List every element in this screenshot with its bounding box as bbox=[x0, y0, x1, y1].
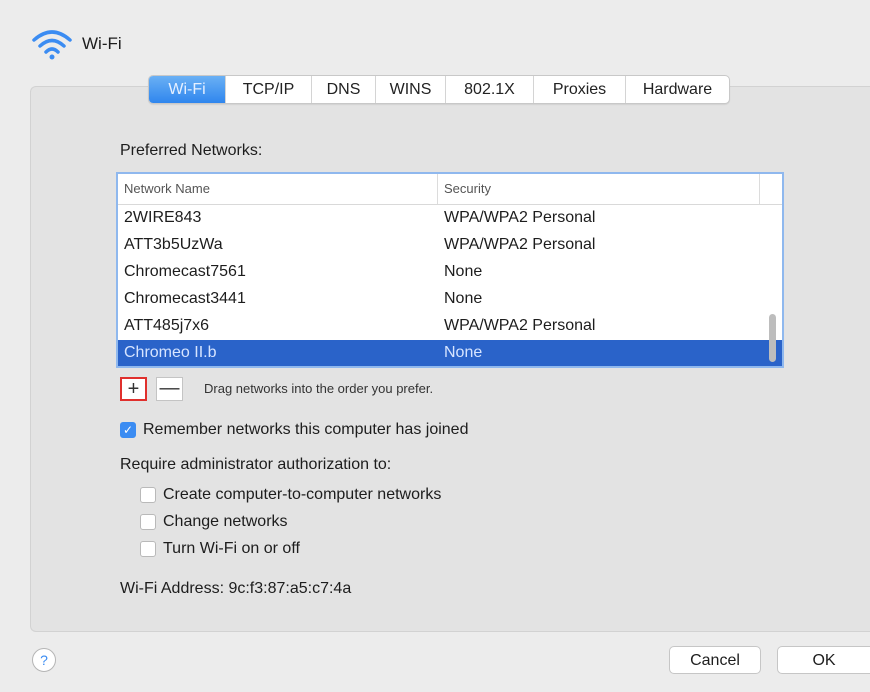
require-admin-label: Require administrator authorization to: bbox=[120, 456, 392, 473]
turn-wifi-label: Turn Wi-Fi on or off bbox=[163, 540, 300, 557]
table-row[interactable]: ATT485j7x6 WPA/WPA2 Personal bbox=[118, 313, 782, 340]
network-security: WPA/WPA2 Personal bbox=[444, 236, 596, 253]
tab-tcpip[interactable]: TCP/IP bbox=[225, 76, 311, 103]
table-row[interactable]: Chromecast7561 None bbox=[118, 259, 782, 286]
change-networks-label: Change networks bbox=[163, 513, 288, 530]
preferred-networks-label: Preferred Networks: bbox=[120, 142, 263, 159]
table-row[interactable]: ATT3b5UzWa WPA/WPA2 Personal bbox=[118, 232, 782, 259]
remember-networks-label: Remember networks this computer has join… bbox=[143, 421, 469, 438]
network-security: None bbox=[444, 263, 483, 280]
change-networks-option[interactable]: Change networks bbox=[140, 513, 288, 531]
table-row-selected[interactable]: Chromeo II.b None bbox=[118, 340, 782, 366]
network-name: Chromecast7561 bbox=[124, 263, 246, 280]
network-name: Chromeo II.b bbox=[124, 344, 217, 361]
network-security: None bbox=[444, 344, 483, 361]
remember-networks-option[interactable]: ✓ Remember networks this computer has jo… bbox=[120, 421, 468, 439]
turn-wifi-option[interactable]: Turn Wi-Fi on or off bbox=[140, 540, 300, 558]
tab-dns[interactable]: DNS bbox=[311, 76, 375, 103]
network-security: WPA/WPA2 Personal bbox=[444, 317, 596, 334]
column-header-network-name[interactable]: Network Name bbox=[118, 174, 438, 204]
network-security: WPA/WPA2 Personal bbox=[444, 209, 596, 226]
ok-button[interactable]: OK bbox=[777, 646, 870, 674]
wifi-address: Wi-Fi Address: 9c:f3:87:a5:c7:4a bbox=[120, 580, 352, 597]
wifi-header: Wi-Fi bbox=[30, 26, 122, 62]
page-title: Wi-Fi bbox=[82, 34, 122, 53]
tab-hardware[interactable]: Hardware bbox=[625, 76, 729, 103]
create-computer-networks-label: Create computer-to-computer networks bbox=[163, 486, 442, 503]
remove-network-button[interactable]: — bbox=[156, 377, 183, 401]
table-row[interactable]: Chromecast3441 None bbox=[118, 286, 782, 313]
turn-wifi-checkbox[interactable] bbox=[140, 541, 156, 557]
column-header-security[interactable]: Security bbox=[438, 174, 760, 204]
network-name: Chromecast3441 bbox=[124, 290, 246, 307]
tab-wifi[interactable]: Wi-Fi bbox=[149, 76, 225, 103]
tab-8021x[interactable]: 802.1X bbox=[445, 76, 533, 103]
add-network-button[interactable]: + bbox=[120, 377, 147, 401]
network-security: None bbox=[444, 290, 483, 307]
help-button[interactable]: ? bbox=[32, 648, 56, 672]
tab-bar: Wi-Fi TCP/IP DNS WINS 802.1X Proxies Har… bbox=[148, 75, 730, 104]
remember-networks-checkbox[interactable]: ✓ bbox=[120, 422, 136, 438]
network-name: ATT485j7x6 bbox=[124, 317, 210, 334]
table-row[interactable]: 2WIRE843 WPA/WPA2 Personal bbox=[118, 205, 782, 232]
network-name: ATT3b5UzWa bbox=[124, 236, 223, 253]
create-computer-networks-option[interactable]: Create computer-to-computer networks bbox=[140, 486, 441, 504]
preferred-networks-table[interactable]: Network Name Security 2WIRE843 WPA/WPA2 … bbox=[116, 172, 784, 368]
wifi-icon bbox=[32, 30, 72, 60]
tab-proxies[interactable]: Proxies bbox=[533, 76, 625, 103]
drag-hint-text: Drag networks into the order you prefer. bbox=[204, 381, 434, 396]
table-header: Network Name Security bbox=[118, 174, 782, 205]
list-scrollbar[interactable] bbox=[769, 314, 776, 362]
change-networks-checkbox[interactable] bbox=[140, 514, 156, 530]
tab-wins[interactable]: WINS bbox=[375, 76, 445, 103]
cancel-button[interactable]: Cancel bbox=[669, 646, 761, 674]
create-computer-networks-checkbox[interactable] bbox=[140, 487, 156, 503]
network-name: 2WIRE843 bbox=[124, 209, 202, 226]
